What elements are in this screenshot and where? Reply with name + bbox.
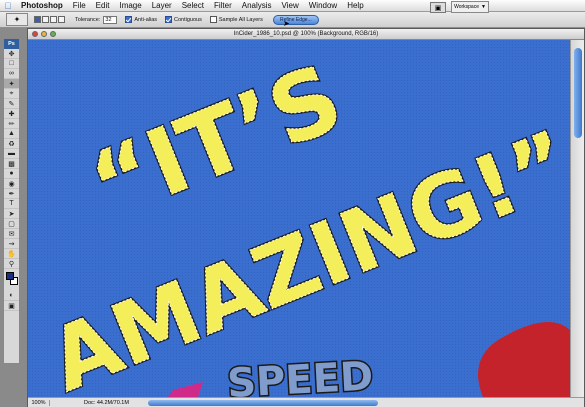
move-tool-icon[interactable]: ✥ [4,49,19,59]
zoom-tool-icon[interactable]: ⚲ [4,259,19,269]
options-bar: ✦ Tolerance: 32 Anti-alias Contiguous Sa… [0,12,585,28]
document-title-bar[interactable]: InCider_1986_10.psd @ 100% (Background, … [28,29,584,40]
selection-mode-group [34,16,65,23]
minimize-window-button[interactable] [41,31,47,37]
vertical-scroll-thumb[interactable] [574,48,582,138]
anti-alias-check-box[interactable] [125,16,133,23]
path-select-icon[interactable]: ➤ [4,209,19,219]
intersect-selection-mode[interactable] [58,16,65,23]
menu-file[interactable]: File [68,1,91,10]
document-title: InCider_1986_10.psd @ 100% (Background, … [233,31,379,37]
menu-app-name[interactable]: Photoshop [16,1,68,10]
horizontal-scrollbar[interactable] [148,400,378,406]
sample-all-check-box[interactable] [209,16,217,23]
crop-tool-icon[interactable]: ⌖ [4,89,19,99]
document-canvas[interactable]: SPEED “IT’S AMAZING!” “IT’S AMAZING!” [28,40,570,397]
contiguous-label: Contiguous [174,16,202,23]
brush-tool-icon[interactable]: ✏ [4,119,19,129]
menu-image[interactable]: Image [114,1,146,10]
contiguous-checkbox[interactable]: Contiguous [165,16,202,23]
color-swatches [4,269,19,291]
close-window-button[interactable] [32,31,38,37]
menu-analysis[interactable]: Analysis [237,1,277,10]
history-brush-icon[interactable]: ♻ [4,139,19,149]
workspace-label: Workspace [454,4,479,10]
subtract-selection-mode[interactable] [50,16,57,23]
document-window: InCider_1986_10.psd @ 100% (Background, … [27,28,585,407]
menu-bar:  Photoshop File Edit Image Layer Select… [0,0,585,12]
vertical-scrollbar[interactable] [570,40,584,397]
hand-tool-icon[interactable]: ✋ [4,249,19,259]
status-bar: 100% Doc: 44.2M/70.1M [28,397,584,407]
menu-window[interactable]: Window [304,1,342,10]
menu-help[interactable]: Help [342,1,368,10]
artwork-image: SPEED “IT’S AMAZING!” “IT’S AMAZING!” [28,40,570,397]
chevron-down-icon: ▼ [480,4,486,10]
eyedropper-tool-icon[interactable]: ⇝ [4,239,19,249]
pen-tool-icon[interactable]: ✒ [4,189,19,199]
toolbox: Ps ✥ □ ∞ ✦ ⌖ ✎ ✚ ✏ ▲ ♻ ▬ ▩ ● ◉ ✒ T ➤ ▢ ✉… [3,38,20,364]
healing-brush-icon[interactable]: ✚ [4,109,19,119]
menu-view[interactable]: View [277,1,304,10]
refine-edge-button[interactable]: Refine Edge... [272,14,319,25]
contiguous-check-box[interactable] [165,16,173,23]
photoshop-screen:  Photoshop File Edit Image Layer Select… [0,0,585,407]
clone-stamp-icon[interactable]: ▲ [4,129,19,139]
new-selection-mode[interactable] [34,16,41,23]
quick-mask-icon[interactable]: ◐ [4,291,19,301]
anti-alias-checkbox[interactable]: Anti-alias [125,16,157,23]
add-selection-mode[interactable] [42,16,49,23]
marquee-tool-icon[interactable]: □ [4,59,19,69]
slice-tool-icon[interactable]: ✎ [4,99,19,109]
magic-wand-tool-icon[interactable]: ✦ [4,79,19,89]
workspace-menu[interactable]: Workspace ▼ [451,1,489,13]
tolerance-input[interactable]: 32 [103,15,118,24]
tolerance-label: Tolerance: [75,16,101,23]
screen-mode-icon[interactable]: ▣ [4,301,19,311]
eraser-tool-icon[interactable]: ▬ [4,149,19,159]
palette-well-icon[interactable]: ▣ [430,2,446,13]
lasso-tool-icon[interactable]: ∞ [4,69,19,79]
notes-tool-icon[interactable]: ✉ [4,229,19,239]
shape-tool-icon[interactable]: ▢ [4,219,19,229]
photoshop-logo: Ps [4,39,19,49]
menu-edit[interactable]: Edit [91,1,115,10]
foreground-color-swatch[interactable] [6,272,14,280]
menu-filter[interactable]: Filter [209,1,237,10]
zoom-field[interactable]: 100% [28,399,50,406]
apple-icon[interactable]:  [0,1,16,11]
sample-all-label: Sample All Layers [218,16,263,23]
magic-wand-icon: ✦ [13,15,21,24]
mouse-cursor-icon: ➤ [283,19,290,28]
menu-layer[interactable]: Layer [147,1,177,10]
artwork-speed-text: SPEED [226,353,374,397]
gradient-tool-icon[interactable]: ▩ [4,159,19,169]
blur-tool-icon[interactable]: ● [4,169,19,179]
sample-all-layers-checkbox[interactable]: Sample All Layers [209,16,263,23]
zoom-window-button[interactable] [50,31,56,37]
anti-alias-label: Anti-alias [134,16,158,23]
dodge-tool-icon[interactable]: ◉ [4,179,19,189]
window-controls [32,31,56,37]
menu-select[interactable]: Select [177,1,209,10]
type-tool-icon[interactable]: T [4,199,19,209]
tool-preset-picker[interactable]: ✦ [6,13,28,26]
